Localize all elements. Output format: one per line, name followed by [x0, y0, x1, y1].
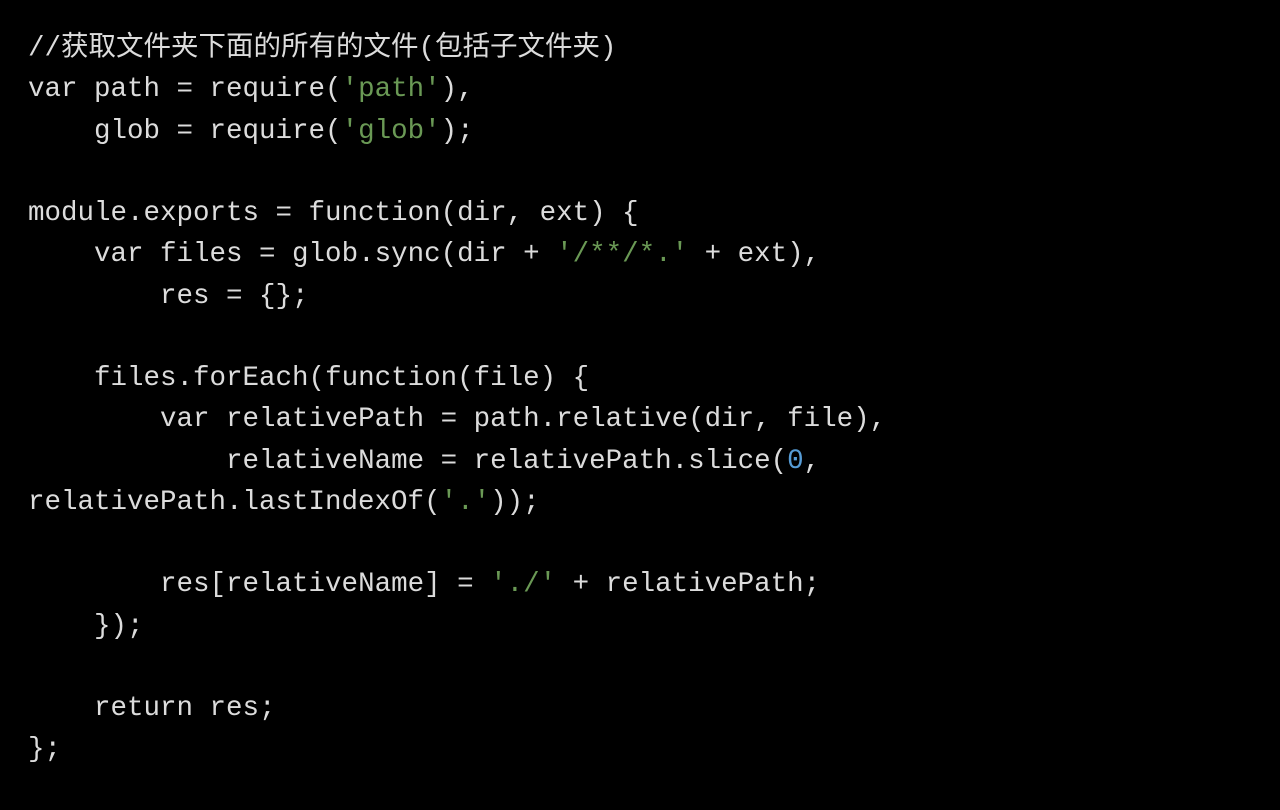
code-token: //获取文件夹下面的所有的文件(包括子文件夹): [28, 33, 617, 64]
code-snippet: //获取文件夹下面的所有的文件(包括子文件夹) var path = requi…: [28, 28, 1252, 771]
code-token: 'path': [342, 74, 441, 105]
code-token: var: [28, 74, 78, 105]
code-token: files = glob.sync(dir +: [144, 239, 557, 270]
code-token: return: [94, 693, 193, 724]
code-token: '.': [441, 487, 491, 518]
code-token: var: [94, 239, 144, 270]
code-token: '/**/*.': [556, 239, 688, 270]
code-token: function: [309, 198, 441, 229]
code-token: './': [490, 569, 556, 600]
code-token: 0: [787, 446, 804, 477]
code-token: function: [325, 363, 457, 394]
code-token: 'glob': [342, 116, 441, 147]
code-token: var: [160, 404, 210, 435]
code-token: path = require(: [78, 74, 342, 105]
